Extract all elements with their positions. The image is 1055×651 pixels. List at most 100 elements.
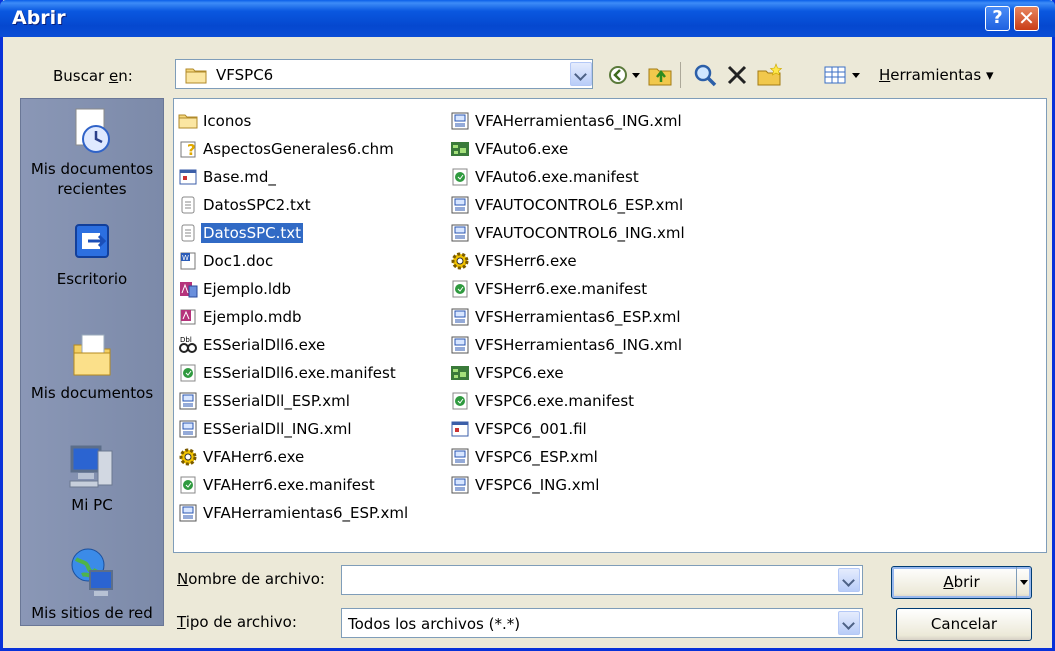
- xml-file-icon: [450, 223, 470, 243]
- new-folder-icon[interactable]: [756, 63, 784, 87]
- file-name: VFSPC6_ESP.xml: [475, 448, 598, 466]
- xml-file-icon: [450, 335, 470, 355]
- manifest-file-icon: [178, 363, 198, 383]
- file-name: Base.md_: [203, 168, 276, 186]
- network-places-icon: [71, 548, 113, 596]
- svg-text:W: W: [182, 254, 189, 262]
- file-name: VFSPC6.exe: [475, 364, 564, 382]
- file-name: DatosSPC.txt: [201, 223, 304, 243]
- toolbar-separator: [680, 62, 681, 88]
- file-name: VFSHerramientas6_ING.xml: [475, 336, 683, 354]
- views-icon[interactable]: [823, 63, 847, 87]
- ldb-file-icon: [178, 279, 198, 299]
- recent-documents-icon: [75, 108, 110, 153]
- filetype-dropdown-button[interactable]: [838, 611, 860, 635]
- lookin-combo[interactable]: VFSPC6: [175, 59, 593, 89]
- file-name: Doc1.doc: [203, 252, 274, 270]
- manifest-file-icon: [178, 475, 198, 495]
- cancel-button[interactable]: Cancelar: [896, 608, 1032, 641]
- file-name: VFSHerramientas6_ESP.xml: [475, 308, 681, 326]
- file-name: ESSerialDll6.exe.manifest: [203, 364, 396, 382]
- filename-dropdown-button[interactable]: [838, 568, 860, 592]
- tools-menu-button[interactable]: Herramientas ▾: [879, 66, 994, 84]
- views-dropdown-icon[interactable]: [851, 63, 861, 87]
- place-desktop[interactable]: Escritorio: [21, 223, 163, 289]
- file-name: VFSPC6_001.fil: [475, 420, 587, 438]
- file-name: VFAHerr6.exe: [203, 448, 305, 466]
- folder-file-icon: [178, 111, 198, 131]
- close-icon[interactable]: ✕: [1014, 6, 1039, 31]
- file-name: Iconos: [203, 112, 252, 130]
- exe-file-icon: [450, 139, 470, 159]
- txt-file-icon: [178, 223, 198, 243]
- file-name: VFSPC6.exe.manifest: [475, 392, 635, 410]
- filetype-label: Tipo de archivo:: [177, 613, 297, 631]
- file-name: VFAHerr6.exe.manifest: [203, 476, 375, 494]
- folder-icon: [185, 68, 207, 84]
- place-recent-documents[interactable]: Mis documentos recientes: [21, 107, 163, 199]
- file-name: ESSerialDll_ESP.xml: [203, 392, 350, 410]
- manifest-file-icon: [450, 167, 470, 187]
- file-name: VFAUTOCONTROL6_ESP.xml: [475, 196, 684, 214]
- open-dropdown-icon[interactable]: [1016, 567, 1031, 598]
- exe-file-icon: [450, 363, 470, 383]
- search-web-icon[interactable]: [693, 63, 719, 87]
- dll-file-icon: Dbl: [178, 335, 198, 355]
- lookin-dropdown-button[interactable]: [570, 62, 592, 86]
- manifest-file-icon: [450, 279, 470, 299]
- back-icon[interactable]: [607, 63, 629, 87]
- filetype-select[interactable]: Todos los archivos (*.*): [341, 608, 863, 638]
- xml-file-icon: [178, 419, 198, 439]
- chm-file-icon: ?: [178, 139, 198, 159]
- file-name: ESSerialDll6.exe: [203, 336, 326, 354]
- file-name: VFSHerr6.exe: [475, 252, 577, 270]
- lookin-label: Buscar en:: [53, 67, 133, 85]
- file-name: Ejemplo.ldb: [203, 280, 292, 298]
- file-name: AspectosGenerales6.chm: [203, 140, 394, 158]
- mdb-file-icon: [178, 307, 198, 327]
- my-computer-icon: [69, 445, 113, 488]
- svg-text:Dbl: Dbl: [180, 336, 192, 344]
- file-name: VFAHerramientas6_ING.xml: [475, 112, 682, 130]
- place-my-documents[interactable]: Mis documentos: [21, 331, 163, 403]
- file-name: VFSPC6_ING.xml: [475, 476, 600, 494]
- filename-label: Nombre de archivo:: [177, 570, 325, 588]
- open-button[interactable]: Abrir: [891, 566, 1032, 599]
- file-name: VFAHerramientas6_ESP.xml: [203, 504, 409, 522]
- manifest-file-icon: [450, 391, 470, 411]
- my-documents-icon: [73, 334, 111, 376]
- svg-text:?: ?: [187, 141, 196, 159]
- window-title: Abrir: [12, 7, 66, 29]
- lookin-value: VFSPC6: [216, 66, 274, 84]
- doc-file-icon: W: [178, 251, 198, 271]
- xml-file-icon: [178, 391, 198, 411]
- file-name: VFAUTOCONTROL6_ING.xml: [475, 224, 685, 242]
- xml-file-icon: [450, 447, 470, 467]
- file-name: VFSHerr6.exe.manifest: [475, 280, 648, 298]
- xml-file-icon: [450, 307, 470, 327]
- open-dialog: Abrir ? ✕ Buscar en: VFSPC6 Herramientas…: [0, 0, 1055, 651]
- help-icon[interactable]: ?: [985, 6, 1010, 31]
- place-network[interactable]: Mis sitios de red: [21, 547, 163, 623]
- xml-file-icon: [450, 111, 470, 131]
- file-name: Ejemplo.mdb: [203, 308, 302, 326]
- txt-file-icon: [178, 195, 198, 215]
- gear-file-icon: [178, 447, 198, 467]
- file-file-icon: [450, 419, 470, 439]
- file-name: VFAuto6.exe.manifest: [475, 168, 639, 186]
- file-name: DatosSPC2.txt: [203, 196, 311, 214]
- desktop-icon: [75, 224, 109, 258]
- title-bar[interactable]: Abrir ? ✕: [0, 0, 1055, 37]
- back-dropdown-icon[interactable]: [631, 63, 641, 87]
- file-name: VFAuto6.exe: [475, 140, 569, 158]
- xml-file-icon: [450, 475, 470, 495]
- filename-input[interactable]: [341, 565, 863, 595]
- place-my-computer[interactable]: Mi PC: [21, 441, 163, 515]
- delete-icon[interactable]: [725, 63, 749, 87]
- file-file-icon: [178, 167, 198, 187]
- up-folder-icon[interactable]: [647, 63, 673, 87]
- xml-file-icon: [450, 195, 470, 215]
- file-list[interactable]: Iconos? AspectosGenerales6.chm Base.md_ Dat…: [173, 98, 1047, 553]
- gear-file-icon: [450, 251, 470, 271]
- filetype-value: Todos los archivos (*.*): [348, 615, 521, 633]
